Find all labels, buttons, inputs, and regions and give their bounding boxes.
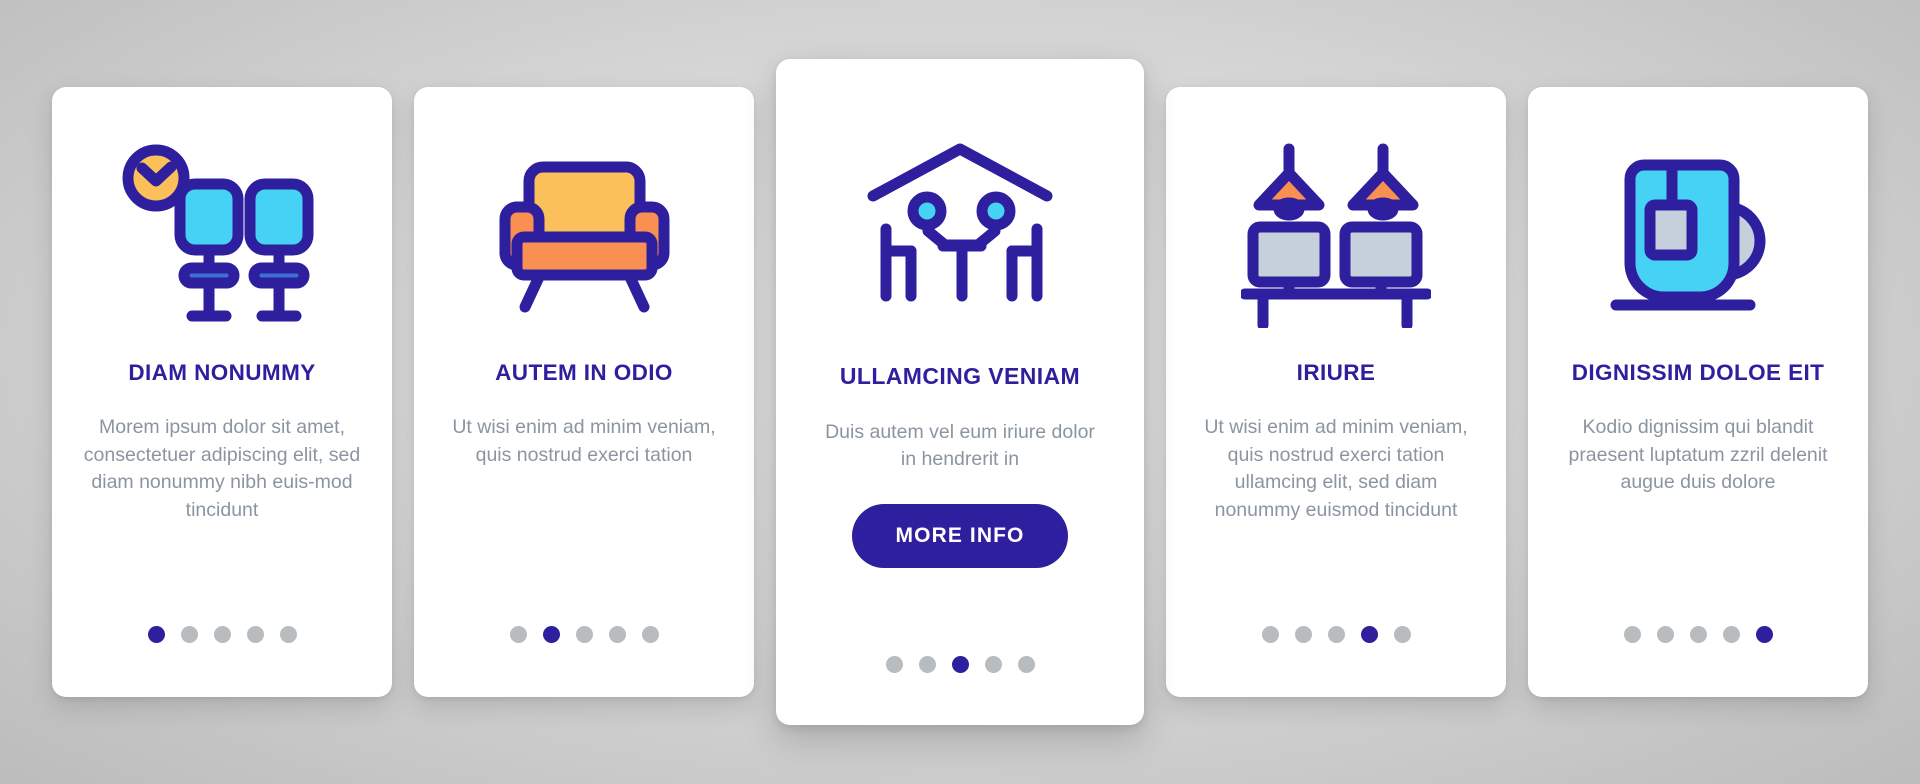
clock-and-bar-stools-icon	[122, 144, 314, 322]
pagination-dot[interactable]	[641, 626, 659, 643]
pagination-dot[interactable]	[246, 626, 264, 643]
pagination-dot[interactable]	[1294, 626, 1312, 643]
card-title: AUTEM IN ODIO	[495, 360, 673, 385]
pagination-dot-active[interactable]	[147, 626, 165, 643]
card-icon-container	[442, 117, 726, 353]
pagination-dot[interactable]	[1393, 626, 1411, 643]
pagination-dot[interactable]	[1722, 626, 1740, 643]
card-description: Morem ipsum dolor sit amet, consectetuer…	[83, 416, 361, 522]
card-title: IRIURE	[1296, 360, 1376, 385]
pagination-dot-active[interactable]	[1360, 626, 1378, 643]
pagination-dots	[776, 656, 1144, 673]
pagination-dots	[414, 626, 754, 643]
onboarding-card: IRIURE Ut wisi enim ad minim veniam, quis…	[1166, 87, 1506, 697]
pagination-dot[interactable]	[1656, 626, 1674, 643]
card-description: Ut wisi enim ad minim veniam, quis nostr…	[452, 416, 716, 466]
card-description: Kodio dignissim qui blandit praesent lup…	[1568, 416, 1828, 494]
onboarding-card: DIGNISSIM DOLOE EIT Kodio dignissim qui b…	[1528, 87, 1868, 697]
pendant-lamps-and-monitors-desk-icon	[1241, 143, 1431, 328]
card-icon-container	[804, 89, 1116, 357]
armchair-icon	[499, 161, 669, 313]
pagination-dot[interactable]	[885, 656, 903, 673]
pagination-dot[interactable]	[984, 656, 1002, 673]
pagination-dot[interactable]	[213, 626, 231, 643]
pagination-dot-active[interactable]	[1755, 626, 1773, 643]
pagination-dot-active[interactable]	[951, 656, 969, 673]
pagination-dots	[1166, 626, 1506, 643]
tea-mug-icon	[1610, 159, 1766, 310]
onboarding-card: DIAM NONUMMY Morem ipsum dolor sit amet, …	[52, 87, 392, 697]
card-description: Duis autem vel eum iriure dolor in hendr…	[825, 420, 1095, 471]
card-description: Ut wisi enim ad minim veniam, quis nostr…	[1204, 416, 1468, 522]
pagination-dot[interactable]	[575, 626, 593, 643]
card-icon-container	[1556, 117, 1840, 353]
pagination-dot[interactable]	[180, 626, 198, 643]
card-icon-container	[80, 117, 364, 353]
pagination-dot[interactable]	[1017, 656, 1035, 673]
pagination-dot[interactable]	[1689, 626, 1707, 643]
pagination-dot[interactable]	[1327, 626, 1345, 643]
people-dining-under-roof-icon	[867, 143, 1053, 301]
card-title: DIGNISSIM DOLOE EIT	[1571, 360, 1825, 385]
pagination-dot[interactable]	[918, 656, 936, 673]
onboarding-cards-row: DIAM NONUMMY Morem ipsum dolor sit amet, …	[0, 0, 1920, 784]
card-title: ULLAMCING VENIAM	[839, 363, 1081, 389]
pagination-dots	[1528, 626, 1868, 643]
pagination-dot[interactable]	[509, 626, 527, 643]
card-icon-container	[1194, 117, 1478, 353]
pagination-dots	[52, 626, 392, 643]
pagination-dot[interactable]	[1261, 626, 1279, 643]
pagination-dot[interactable]	[608, 626, 626, 643]
pagination-dot-active[interactable]	[542, 626, 560, 643]
onboarding-card: AUTEM IN ODIO Ut wisi enim ad minim venia…	[414, 87, 754, 697]
pagination-dot[interactable]	[279, 626, 297, 643]
onboarding-card: ULLAMCING VENIAM Duis autem vel eum iriur…	[776, 59, 1144, 725]
card-title: DIAM NONUMMY	[128, 360, 316, 385]
pagination-dot[interactable]	[1623, 626, 1641, 643]
more-info-button[interactable]: MORE INFO	[851, 503, 1069, 568]
